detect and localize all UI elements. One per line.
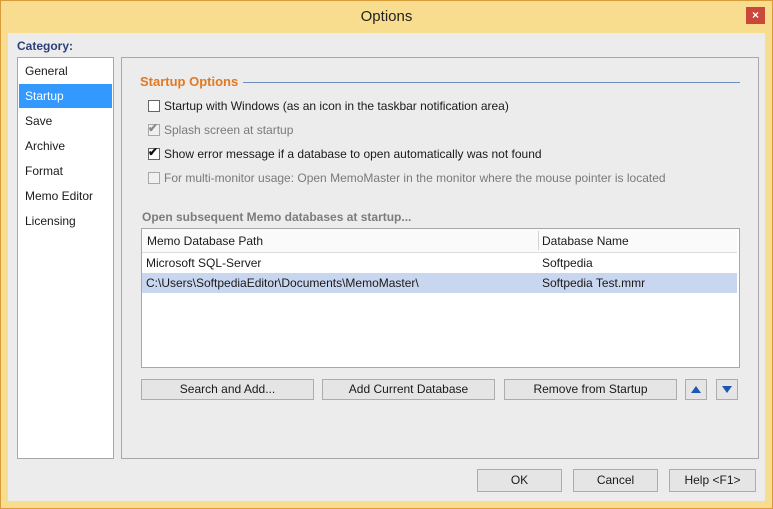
- table-row[interactable]: Microsoft SQL-Server Softpedia: [142, 253, 737, 273]
- splash-screen-label: Splash screen at startup: [164, 123, 294, 137]
- databases-subtitle: Open subsequent Memo databases at startu…: [142, 210, 412, 224]
- splash-screen-option: ✔ Splash screen at startup: [148, 121, 293, 139]
- startup-databases-list[interactable]: Memo Database Path Database Name Microso…: [141, 228, 740, 368]
- dialog-body: Category: General Startup Save Archive F…: [8, 33, 765, 501]
- list-header: Memo Database Path Database Name: [142, 229, 737, 253]
- cancel-button[interactable]: Cancel: [573, 469, 658, 492]
- startup-options-panel: Startup Options Startup with Windows (as…: [121, 57, 759, 459]
- arrow-down-icon: [722, 386, 732, 393]
- column-header-path[interactable]: Memo Database Path: [147, 234, 263, 248]
- multi-monitor-label: For multi-monitor usage: Open MemoMaster…: [164, 171, 666, 185]
- category-item-memo-editor[interactable]: Memo Editor: [19, 184, 112, 208]
- show-error-message-label: Show error message if a database to open…: [164, 147, 542, 161]
- ok-button[interactable]: OK: [477, 469, 562, 492]
- show-error-message-checkbox[interactable]: ✔: [148, 145, 160, 160]
- category-list: General Startup Save Archive Format Memo…: [17, 57, 114, 459]
- column-header-name[interactable]: Database Name: [542, 234, 629, 248]
- database-path-cell: C:\Users\SoftpediaEditor\Documents\MemoM…: [146, 276, 419, 290]
- category-item-licensing[interactable]: Licensing: [19, 209, 112, 233]
- checkmark-icon: ✔: [148, 145, 159, 159]
- help-button[interactable]: Help <F1>: [669, 469, 756, 492]
- multi-monitor-checkbox: [148, 172, 160, 184]
- startup-with-windows-label: Startup with Windows (as an icon in the …: [164, 99, 509, 113]
- multi-monitor-option: For multi-monitor usage: Open MemoMaster…: [148, 169, 666, 187]
- close-button[interactable]: ×: [746, 7, 765, 24]
- category-item-archive[interactable]: Archive: [19, 134, 112, 158]
- category-item-startup[interactable]: Startup: [19, 84, 112, 108]
- checkmark-icon: ✔: [148, 121, 159, 135]
- section-divider: [243, 82, 740, 83]
- add-current-database-button[interactable]: Add Current Database: [322, 379, 495, 400]
- database-name-cell: Softpedia: [542, 256, 593, 270]
- startup-with-windows-option[interactable]: Startup with Windows (as an icon in the …: [148, 97, 509, 115]
- category-item-save[interactable]: Save: [19, 109, 112, 133]
- arrow-up-icon: [691, 386, 701, 393]
- title-bar[interactable]: Options ×: [1, 1, 772, 33]
- move-up-button[interactable]: [685, 379, 707, 400]
- category-label: Category:: [17, 39, 74, 53]
- section-title: Startup Options: [140, 74, 239, 89]
- database-path-cell: Microsoft SQL-Server: [146, 256, 262, 270]
- show-error-message-option[interactable]: ✔ Show error message if a database to op…: [148, 145, 542, 163]
- window-title: Options: [360, 8, 413, 25]
- search-and-add-button[interactable]: Search and Add...: [141, 379, 314, 400]
- table-row[interactable]: C:\Users\SoftpediaEditor\Documents\MemoM…: [142, 273, 737, 293]
- options-window: Options × Category: General Startup Save…: [0, 0, 773, 509]
- database-name-cell: Softpedia Test.mmr: [542, 276, 646, 290]
- splash-screen-checkbox: ✔: [148, 121, 160, 136]
- remove-from-startup-button[interactable]: Remove from Startup: [504, 379, 677, 400]
- category-item-format[interactable]: Format: [19, 159, 112, 183]
- category-item-general[interactable]: General: [19, 59, 112, 83]
- column-divider[interactable]: [538, 231, 539, 250]
- startup-with-windows-checkbox[interactable]: [148, 100, 160, 112]
- move-down-button[interactable]: [716, 379, 738, 400]
- close-icon: ×: [751, 8, 759, 22]
